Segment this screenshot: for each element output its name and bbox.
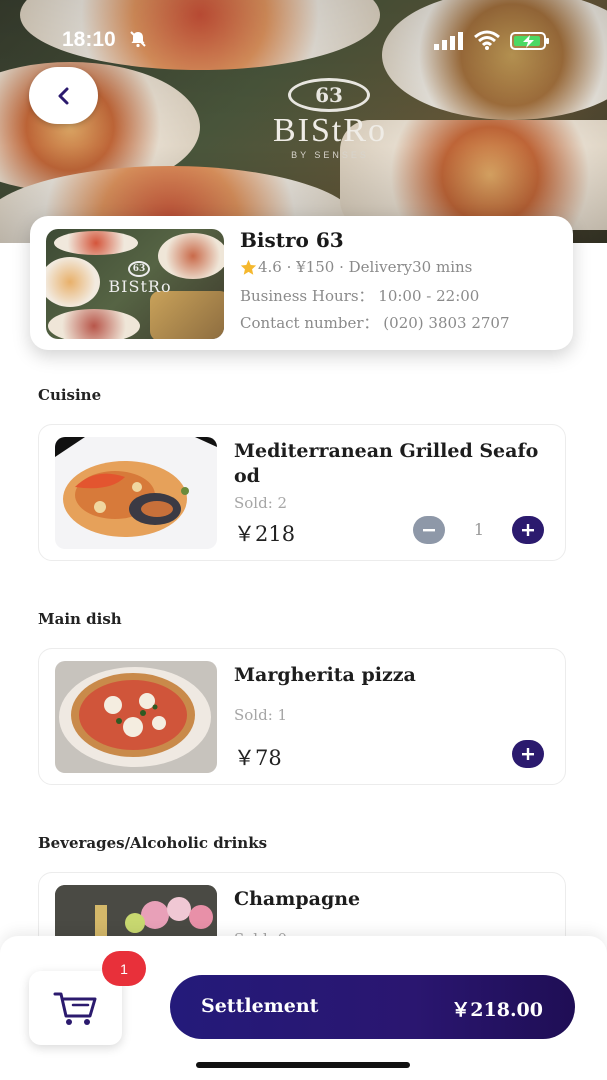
cart-badge: 1 (102, 951, 146, 986)
back-chevron-icon (58, 87, 68, 104)
back-button[interactable] (29, 67, 98, 124)
dish-name: Champagne (234, 888, 361, 910)
restaurant-name: Bistro 63 (240, 228, 344, 252)
dish-card-seafood[interactable]: Mediterranean Grilled Seafood Sold: 2 ￥2… (38, 424, 566, 561)
dish-sold-count: Sold: 2 (234, 494, 288, 512)
signal-icon (434, 32, 463, 50)
thumbnail-logo-text: BIStRo (108, 277, 172, 296)
dish-image-seafood (55, 437, 217, 549)
plus-icon (522, 748, 534, 760)
increase-quantity-button[interactable] (512, 516, 544, 544)
section-title-cuisine: Cuisine (38, 386, 102, 404)
contact-number[interactable]: Contact number： (020) 3803 2707 (240, 312, 510, 333)
home-indicator[interactable] (196, 1062, 410, 1068)
dish-name: Margherita pizza (234, 664, 416, 686)
plus-icon (522, 524, 534, 536)
dish-price: ￥218 (234, 522, 296, 546)
status-time: 18:10 (62, 28, 116, 51)
dish-card-margherita[interactable]: Margherita pizza Sold: 1 ￥78 (38, 648, 566, 785)
restaurant-info-card: 63 BIStRo Bistro 63 4.6 · ¥150 · Deliver… (30, 216, 573, 350)
bell-muted-icon (130, 31, 146, 48)
dish-sold-count: Sold: 1 (234, 706, 288, 724)
hero-logo-sub: BY SENSES (291, 150, 369, 160)
increase-quantity-button[interactable] (512, 740, 544, 768)
dish-price: ￥78 (234, 746, 282, 770)
dish-name: Mediterranean Grilled Seafood (234, 440, 539, 487)
star-icon (240, 259, 257, 275)
status-icons (434, 28, 554, 52)
cart-icon (53, 992, 96, 1025)
section-title-main-dish: Main dish (38, 610, 122, 628)
restaurant-thumbnail: 63 BIStRo (46, 229, 224, 339)
wifi-icon (474, 30, 500, 50)
settlement-label: Settlement (201, 995, 319, 1017)
hero-logo-text: BIStRo (272, 112, 388, 149)
battery-charging-icon (510, 32, 549, 50)
bottom-action-bar: 1 Settlement ￥218.00 (0, 936, 607, 1080)
business-hours: Business Hours： 10:00 - 22:00 (240, 287, 480, 305)
dish-image-margherita (55, 661, 217, 773)
decrease-quantity-button[interactable] (413, 516, 445, 544)
settlement-button[interactable]: Settlement ￥218.00 (170, 975, 575, 1039)
restaurant-meta: 4.6 · ¥150 · Delivery30 mins (240, 258, 472, 276)
quantity-value: 1 (473, 520, 485, 539)
settlement-total: ￥218.00 (451, 999, 543, 1021)
section-title-beverages: Beverages/Alcoholic drinks (38, 834, 268, 852)
restaurant-rating: 4.6 (258, 258, 282, 276)
minus-icon (423, 529, 435, 532)
restaurant-price-delivery: · ¥150 · Delivery30 mins (281, 258, 473, 276)
hero-logo-mark: 63 (288, 78, 370, 112)
